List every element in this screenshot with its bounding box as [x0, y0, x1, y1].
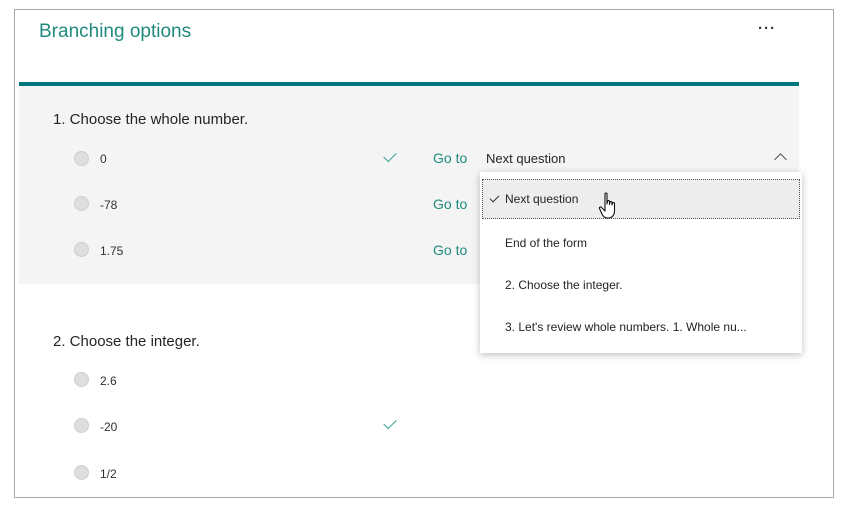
question-1-option-radio[interactable]: [74, 151, 89, 166]
question-1-option-label: 0: [100, 152, 107, 166]
question-2-title: 2. Choose the integer.: [53, 333, 200, 350]
branch-dropdown-menu: Next question End of the form 2. Choose …: [480, 172, 802, 353]
question-1-title: 1. Choose the whole number.: [53, 111, 249, 128]
dropdown-item-next-question[interactable]: Next question: [482, 179, 800, 219]
question-2-option-label: 1/2: [100, 467, 117, 481]
more-options-icon[interactable]: ···: [758, 20, 776, 37]
page-title: Branching options: [39, 21, 192, 42]
question-1-option-radio[interactable]: [74, 242, 89, 257]
dropdown-item-question-3[interactable]: 3. Let's review whole numbers. 1. Whole …: [480, 306, 802, 348]
dropdown-item-label: Next question: [505, 192, 579, 206]
question-2-option-radio[interactable]: [74, 372, 89, 387]
go-to-label: Go to: [433, 196, 468, 212]
question-1-option-label: -78: [100, 198, 118, 212]
question-2-option-label: 2.6: [100, 374, 117, 388]
go-to-label: Go to: [433, 150, 468, 166]
question-2-option-label: -20: [100, 420, 118, 434]
dropdown-item-label: 2. Choose the integer.: [505, 278, 623, 292]
dropdown-item-label: End of the form: [505, 236, 588, 250]
question-1-option-label: 1.75: [100, 244, 124, 258]
dropdown-item-question-2[interactable]: 2. Choose the integer.: [480, 264, 802, 306]
question-2-option-radio[interactable]: [74, 465, 89, 480]
dropdown-item-end-of-form[interactable]: End of the form: [480, 222, 802, 264]
hand-cursor-icon: [598, 192, 616, 219]
question-1-option-radio[interactable]: [74, 196, 89, 211]
check-icon: [489, 192, 500, 203]
question-2-option-radio[interactable]: [74, 418, 89, 433]
branch-select-value[interactable]: Next question: [486, 151, 566, 166]
dropdown-item-label: 3. Let's review whole numbers. 1. Whole …: [505, 320, 747, 334]
go-to-label: Go to: [433, 242, 468, 258]
